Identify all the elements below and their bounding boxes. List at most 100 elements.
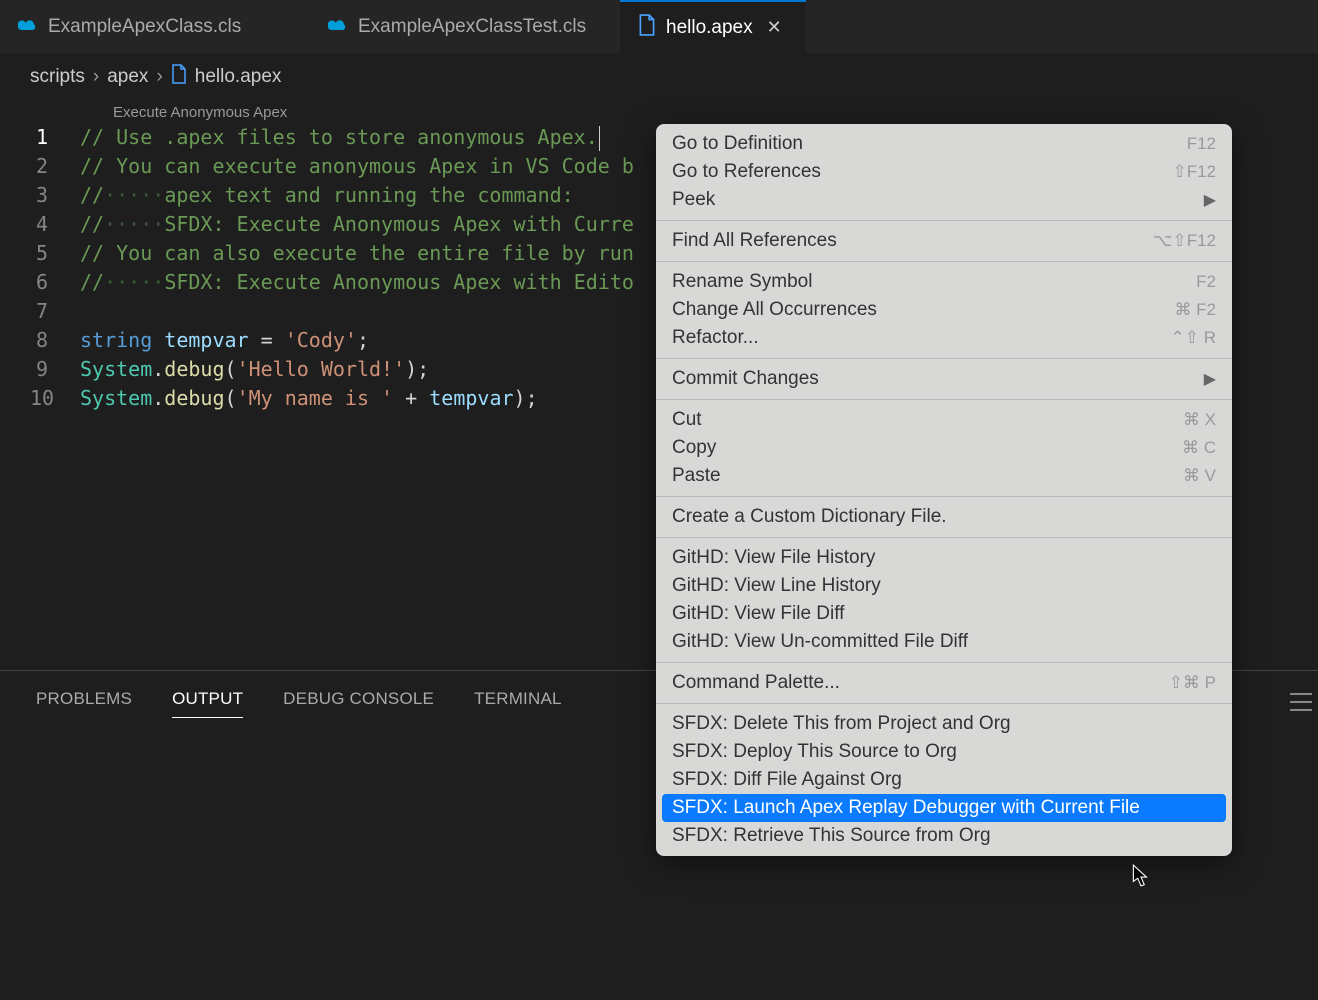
panel-menu-icon[interactable] xyxy=(1290,693,1312,711)
menu-item-label: Command Palette... xyxy=(672,672,840,694)
menu-item-label: SFDX: Delete This from Project and Org xyxy=(672,713,1011,735)
menu-item-create-a-custom-dictionary-file[interactable]: Create a Custom Dictionary File. xyxy=(656,503,1232,531)
menu-item-githd-view-un-committed-file-diff[interactable]: GitHD: View Un-committed File Diff xyxy=(656,628,1232,656)
tab-label: ExampleApexClassTest.cls xyxy=(358,16,586,38)
line-number: 9 xyxy=(30,355,80,384)
menu-divider xyxy=(656,220,1232,221)
code-content: System.debug('My name is ' + tempvar); xyxy=(80,384,538,413)
menu-divider xyxy=(656,537,1232,538)
menu-shortcut: ⇧⌘ P xyxy=(1169,673,1216,693)
breadcrumb-part: hello.apex xyxy=(195,66,282,88)
code-content: //·····apex text and running the command… xyxy=(80,181,574,210)
line-number: 3 xyxy=(30,181,80,210)
cloud-icon xyxy=(328,16,348,38)
menu-item-label: Find All References xyxy=(672,230,837,252)
panel-tab-debug-console[interactable]: DEBUG CONSOLE xyxy=(283,689,434,718)
code-content: System.debug('Hello World!'); xyxy=(80,355,429,384)
line-number: 7 xyxy=(30,297,80,326)
menu-item-label: GitHD: View File Diff xyxy=(672,603,844,625)
breadcrumb[interactable]: scripts › apex › hello.apex xyxy=(0,54,1318,100)
code-content: // Use .apex files to store anonymous Ap… xyxy=(80,123,600,152)
menu-shortcut: ⌘ F2 xyxy=(1174,300,1216,320)
menu-shortcut: F12 xyxy=(1187,134,1216,154)
tab-bar: ExampleApexClass.cls ExampleApexClassTes… xyxy=(0,0,1318,54)
menu-item-find-all-references[interactable]: Find All References ⌥⇧F12 xyxy=(656,227,1232,255)
code-content: //·····SFDX: Execute Anonymous Apex with… xyxy=(80,268,634,297)
tab-example-apex-class-test[interactable]: ExampleApexClassTest.cls xyxy=(310,0,620,53)
menu-item-command-palette[interactable]: Command Palette... ⇧⌘ P xyxy=(656,669,1232,697)
line-number: 5 xyxy=(30,239,80,268)
menu-shortcut: ⌃⇧ R xyxy=(1171,328,1217,348)
menu-item-label: GitHD: View Line History xyxy=(672,575,881,597)
menu-item-label: Go to References xyxy=(672,161,821,183)
menu-divider xyxy=(656,496,1232,497)
tab-label: ExampleApexClass.cls xyxy=(48,16,241,38)
cloud-icon xyxy=(18,16,38,38)
tab-hello-apex[interactable]: hello.apex ✕ xyxy=(620,0,806,53)
menu-item-label: GitHD: View Un-committed File Diff xyxy=(672,631,968,653)
menu-item-peek[interactable]: Peek ▶ xyxy=(656,186,1232,214)
menu-item-githd-view-file-history[interactable]: GitHD: View File History xyxy=(656,544,1232,572)
menu-item-label: SFDX: Retrieve This Source from Org xyxy=(672,825,991,847)
menu-divider xyxy=(656,703,1232,704)
menu-item-label: Copy xyxy=(672,437,716,459)
menu-item-sfdx-diff-file-against-org[interactable]: SFDX: Diff File Against Org xyxy=(656,766,1232,794)
tab-example-apex-class[interactable]: ExampleApexClass.cls xyxy=(0,0,310,53)
menu-divider xyxy=(656,358,1232,359)
line-number: 2 xyxy=(30,152,80,181)
menu-item-sfdx-delete-this-from-project-and-org[interactable]: SFDX: Delete This from Project and Org xyxy=(656,710,1232,738)
menu-shortcut: ⌘ V xyxy=(1183,466,1216,486)
menu-item-label: Go to Definition xyxy=(672,133,803,155)
menu-item-refactor[interactable]: Refactor...⌃⇧ R xyxy=(656,324,1232,352)
panel-tab-terminal[interactable]: TERMINAL xyxy=(474,689,562,718)
menu-item-label: Paste xyxy=(672,465,721,487)
code-content: string tempvar = 'Cody'; xyxy=(80,326,369,355)
menu-item-commit-changes[interactable]: Commit Changes ▶ xyxy=(656,365,1232,393)
chevron-right-icon: ▶ xyxy=(1204,369,1216,389)
file-icon xyxy=(171,64,187,90)
menu-divider xyxy=(656,261,1232,262)
code-content: // You can also execute the entire file … xyxy=(80,239,634,268)
menu-item-go-to-references[interactable]: Go to References ⇧F12 xyxy=(656,158,1232,186)
menu-item-paste[interactable]: Paste ⌘ V xyxy=(656,462,1232,490)
panel-tab-problems[interactable]: PROBLEMS xyxy=(36,689,132,718)
codelens-execute-anonymous[interactable]: Execute Anonymous Apex xyxy=(0,104,1318,121)
line-number: 6 xyxy=(30,268,80,297)
menu-shortcut: ⌥⇧F12 xyxy=(1153,231,1216,251)
menu-item-label: Peek xyxy=(672,189,715,211)
menu-item-label: SFDX: Diff File Against Org xyxy=(672,769,902,791)
menu-item-label: GitHD: View File History xyxy=(672,547,875,569)
menu-item-sfdx-launch-apex-replay-debugger-with-current-file[interactable]: SFDX: Launch Apex Replay Debugger with C… xyxy=(662,794,1226,822)
context-menu: Go to Definition F12 Go to References ⇧F12 P… xyxy=(656,124,1232,856)
menu-item-githd-view-file-diff[interactable]: GitHD: View File Diff xyxy=(656,600,1232,628)
menu-item-sfdx-retrieve-this-source-from-org[interactable]: SFDX: Retrieve This Source from Org xyxy=(656,822,1232,850)
menu-divider xyxy=(656,399,1232,400)
menu-item-sfdx-deploy-this-source-to-org[interactable]: SFDX: Deploy This Source to Org xyxy=(656,738,1232,766)
menu-item-label: Create a Custom Dictionary File. xyxy=(672,506,947,528)
menu-item-rename-symbol[interactable]: Rename Symbol F2 xyxy=(656,268,1232,296)
menu-item-go-to-definition[interactable]: Go to Definition F12 xyxy=(656,130,1232,158)
menu-item-label: SFDX: Launch Apex Replay Debugger with C… xyxy=(672,797,1140,819)
menu-item-change-all-occurrences[interactable]: Change All Occurrences⌘ F2 xyxy=(656,296,1232,324)
menu-item-copy[interactable]: Copy⌘ C xyxy=(656,434,1232,462)
close-icon[interactable]: ✕ xyxy=(767,17,782,38)
menu-item-label: Commit Changes xyxy=(672,368,819,390)
menu-item-label: Cut xyxy=(672,409,702,431)
line-number: 1 xyxy=(30,123,80,152)
menu-item-label: SFDX: Deploy This Source to Org xyxy=(672,741,957,763)
breadcrumb-part: apex xyxy=(107,66,148,88)
code-content: // You can execute anonymous Apex in VS … xyxy=(80,152,634,181)
menu-item-cut[interactable]: Cut⌘ X xyxy=(656,406,1232,434)
panel-tab-output[interactable]: OUTPUT xyxy=(172,689,243,718)
line-number: 10 xyxy=(30,384,80,413)
menu-shortcut: F2 xyxy=(1196,272,1216,292)
tab-label: hello.apex xyxy=(666,17,753,39)
breadcrumb-part: scripts xyxy=(30,66,85,88)
line-number: 4 xyxy=(30,210,80,239)
menu-item-label: Rename Symbol xyxy=(672,271,812,293)
menu-item-githd-view-line-history[interactable]: GitHD: View Line History xyxy=(656,572,1232,600)
chevron-right-icon: ▶ xyxy=(1204,190,1216,210)
file-icon xyxy=(638,14,656,42)
chevron-right-icon: › xyxy=(156,66,162,88)
menu-shortcut: ⇧F12 xyxy=(1172,162,1216,182)
